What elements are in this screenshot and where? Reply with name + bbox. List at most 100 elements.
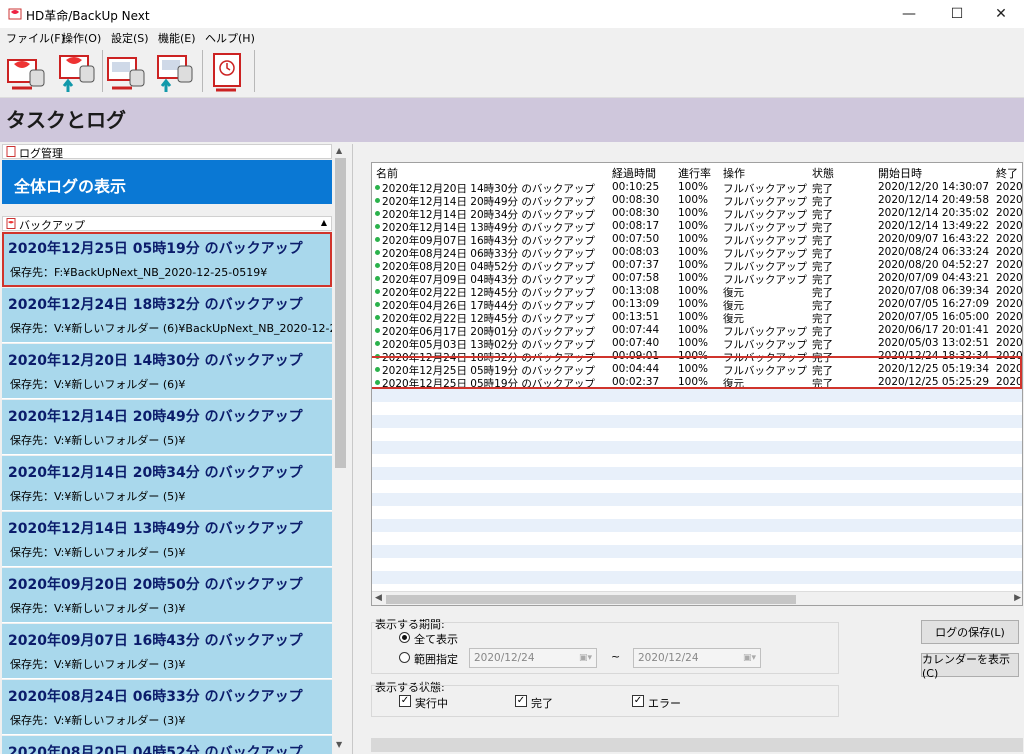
- col-start[interactable]: 開始日時: [878, 165, 922, 181]
- all-radio-label: 全て表示: [414, 633, 458, 646]
- running-checkbox[interactable]: ✓: [399, 695, 411, 707]
- backup-dest: 保存先：V:¥新しいフォルダー (3)¥: [10, 602, 186, 615]
- grid-row[interactable]: 2020年02月22日 12時45分 のバックアップ 00:13:08 100% 復元…: [372, 285, 1022, 299]
- empty-row: [372, 428, 1022, 441]
- backup-item[interactable]: 2020年12月20日 14時30分 のバックアップ 保存先：V:¥新しいフォル…: [2, 344, 332, 399]
- cell-progress: 100%: [678, 207, 709, 219]
- collapse-icon[interactable]: ▲: [321, 218, 327, 227]
- scroll-down-icon[interactable]: ▼: [336, 740, 342, 749]
- status-dot-icon: [375, 341, 380, 346]
- menu-help[interactable]: ヘルプ(H): [205, 30, 255, 46]
- cell-elapsed: 00:07:50: [612, 233, 660, 245]
- col-name[interactable]: 名前: [376, 165, 398, 181]
- page-header: タスクとログ: [0, 98, 1024, 142]
- grid-row[interactable]: 2020年02月22日 12時45分 のバックアップ 00:13:51 100% 復元…: [372, 311, 1022, 325]
- log-icon: [6, 146, 16, 157]
- cell-start: 2020/06/17 20:01:41: [878, 324, 990, 336]
- backup-dest: 保存先：V:¥新しいフォルダー (6)¥BackUpNext_NB_2020-1…: [10, 322, 332, 335]
- date-from-value: 2020/12/24: [474, 652, 535, 664]
- scroll-right-icon[interactable]: ▶: [1014, 593, 1021, 603]
- backup-item[interactable]: 2020年08月20日 04時52分 のバックアップ: [2, 736, 332, 754]
- save-log-button[interactable]: ログの保存(L): [921, 620, 1019, 644]
- col-status[interactable]: 状態: [812, 165, 834, 181]
- backup-item[interactable]: 2020年12月14日 13時49分 のバックアップ 保存先：V:¥新しいフォル…: [2, 512, 332, 567]
- grid-row[interactable]: 2020年09月07日 16時43分 のバックアップ 00:07:50 100% フル…: [372, 233, 1022, 247]
- col-elapsed[interactable]: 経過時間: [612, 165, 656, 181]
- backup-item[interactable]: 2020年09月20日 20時50分 のバックアップ 保存先：V:¥新しいフォル…: [2, 568, 332, 623]
- cell-end: 2020: [996, 298, 1023, 310]
- grid-row[interactable]: 2020年12月14日 13時49分 のバックアップ 00:08:17 100% フル…: [372, 220, 1023, 234]
- cell-progress: 100%: [678, 259, 709, 271]
- backup-icon[interactable]: [4, 48, 50, 94]
- all-radio[interactable]: [399, 632, 410, 643]
- log-section-header[interactable]: ログ管理: [2, 144, 332, 160]
- cell-start: 2020/07/05 16:05:00: [878, 311, 990, 323]
- grid-row[interactable]: 2020年08月20日 04時52分 のバックアップ 00:07:37 100% フル…: [372, 259, 1022, 273]
- done-checkbox[interactable]: ✓: [515, 695, 527, 707]
- left-scrollbar[interactable]: ▲ ▼: [333, 144, 348, 754]
- scroll-left-icon[interactable]: ◀: [375, 593, 382, 603]
- grid-row[interactable]: 2020年12月14日 20時49分 のバックアップ 00:08:30 100% フル…: [372, 194, 1022, 208]
- cell-start: 2020/08/24 06:33:24: [878, 246, 990, 258]
- running-label: 実行中: [415, 697, 448, 710]
- grid-row[interactable]: 2020年06月17日 20時01分 のバックアップ 00:07:44 100% フル…: [372, 324, 1022, 338]
- backup-title: 2020年09月07日 16時43分 のバックアップ: [8, 633, 303, 649]
- backup-title: 2020年12月25日 05時19分 のバックアップ: [8, 241, 303, 257]
- grid-row[interactable]: 2020年07月09日 04時43分 のバックアップ 00:07:58 100% フル…: [372, 272, 1023, 286]
- backup-item[interactable]: 2020年12月14日 20時34分 のバックアップ 保存先：V:¥新しいフォル…: [2, 456, 332, 511]
- cell-end: 2020: [996, 246, 1023, 258]
- toolbar-separator: [102, 50, 103, 92]
- date-from-field[interactable]: 2020/12/24 ▣▾: [469, 648, 597, 668]
- show-calendar-button[interactable]: カレンダーを表示(C): [921, 653, 1019, 680]
- close-button[interactable]: ✕: [978, 0, 1024, 28]
- col-operation[interactable]: 操作: [723, 165, 745, 181]
- calendar-dropdown-icon[interactable]: ▣▾: [579, 653, 592, 663]
- menu-settings[interactable]: 設定(S): [111, 30, 149, 46]
- minimize-button[interactable]: —: [886, 0, 932, 28]
- col-end[interactable]: 終了: [996, 165, 1018, 181]
- backup-item[interactable]: 2020年12月25日 05時19分 のバックアップ 保存先：F:¥BackUp…: [2, 232, 332, 287]
- backup-item[interactable]: 2020年12月24日 18時32分 のバックアップ 保存先：V:¥新しいフォル…: [2, 288, 332, 343]
- bottom-scrollbar[interactable]: [371, 738, 1023, 752]
- grid-hscrollbar[interactable]: ◀ ▶: [372, 591, 1022, 605]
- col-progress[interactable]: 進行率: [678, 165, 711, 181]
- grid-row[interactable]: 2020年05月03日 13時02分 のバックアップ 00:07:40 100% フル…: [372, 337, 1023, 351]
- maximize-button[interactable]: ☐: [934, 0, 980, 28]
- restore-icon[interactable]: [54, 48, 100, 94]
- menu-function[interactable]: 機能(E): [158, 30, 196, 46]
- backup-section-header[interactable]: バックアップ ▲: [2, 216, 332, 232]
- backup-item[interactable]: 2020年08月24日 06時33分 のバックアップ 保存先：V:¥新しいフォル…: [2, 680, 332, 735]
- cell-elapsed: 00:10:25: [612, 181, 660, 193]
- menu-file[interactable]: ファイル(F): [6, 30, 65, 46]
- cell-end: 2020: [996, 220, 1023, 232]
- left-pane: ログ管理 全体ログの表示 バックアップ ▲ 2020年12月25日 05時19分…: [0, 144, 348, 754]
- cell-end: 2020: [996, 272, 1023, 284]
- page-title: タスクとログ: [6, 108, 126, 132]
- backup-dest: 保存先：V:¥新しいフォルダー (6)¥: [10, 378, 186, 391]
- menu-operation[interactable]: 操作(O): [62, 30, 101, 46]
- backup-title: 2020年12月20日 14時30分 のバックアップ: [8, 353, 303, 369]
- grid-row[interactable]: 2020年12月20日 14時30分 のバックアップ 00:10:25 100% フル…: [372, 181, 1022, 195]
- error-checkbox[interactable]: ✓: [632, 695, 644, 707]
- backup-item[interactable]: 2020年09月07日 16時43分 のバックアップ 保存先：V:¥新しいフォル…: [2, 624, 332, 679]
- backup-item[interactable]: 2020年12月14日 20時49分 のバックアップ 保存先：V:¥新しいフォル…: [2, 400, 332, 455]
- grid-row[interactable]: 2020年12月14日 20時34分 のバックアップ 00:08:30 100% フル…: [372, 207, 1022, 221]
- cell-progress: 100%: [678, 311, 709, 323]
- date-to-field[interactable]: 2020/12/24 ▣▾: [633, 648, 761, 668]
- backup-title: 2020年08月24日 06時33分 のバックアップ: [8, 689, 303, 705]
- schedule-icon[interactable]: [206, 48, 252, 94]
- scroll-thumb[interactable]: [335, 158, 346, 468]
- calendar-dropdown-icon[interactable]: ▣▾: [743, 653, 756, 663]
- grid-row[interactable]: 2020年08月24日 06時33分 のバックアップ 00:08:03 100% フル…: [372, 246, 1023, 260]
- drive-backup-icon[interactable]: [104, 48, 150, 94]
- cell-start: 2020/07/05 16:27:09: [878, 298, 990, 310]
- hscroll-thumb[interactable]: [386, 595, 796, 604]
- drive-restore-icon[interactable]: [152, 48, 198, 94]
- grid-row[interactable]: 2020年04月26日 17時44分 のバックアップ 00:13:09 100% 復元…: [372, 298, 1023, 312]
- scroll-up-icon[interactable]: ▲: [336, 146, 342, 155]
- status-dot-icon: [375, 250, 380, 255]
- cell-start: 2020/08/20 04:52:27: [878, 259, 990, 271]
- cell-end: 2020: [996, 337, 1023, 349]
- range-radio[interactable]: [399, 652, 410, 663]
- all-log-button[interactable]: 全体ログの表示: [2, 160, 332, 204]
